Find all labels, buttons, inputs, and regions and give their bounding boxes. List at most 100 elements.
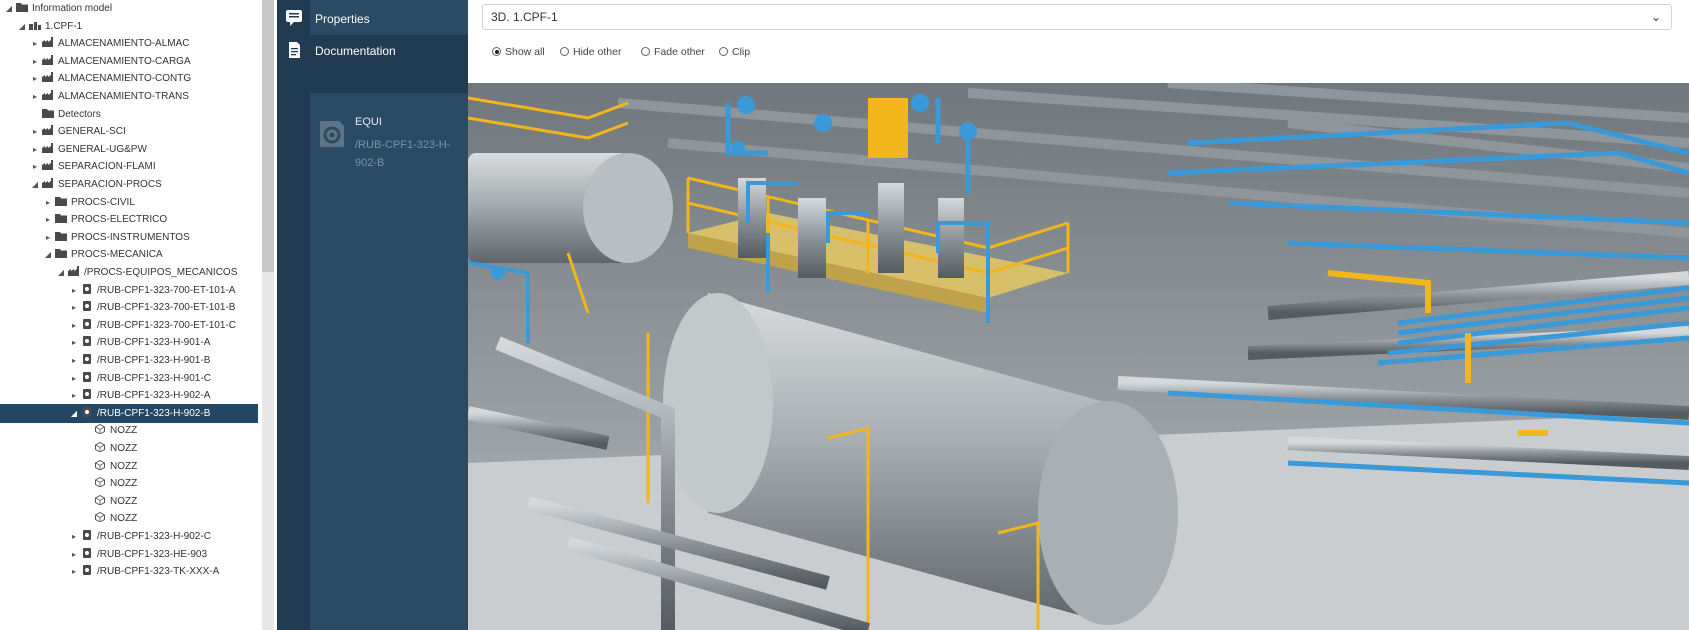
tree-item[interactable]: ▸ ALMACENAMIENTO-ALMAC [30,34,190,53]
plant-icon [42,53,54,65]
tree-item-label: /PROCS-EQUIPOS_MECANICOS [84,267,238,278]
tree-item[interactable]: ▸ SEPARACION-FLAMI [30,157,156,176]
radio-indicator[interactable] [719,47,728,56]
expand-toggle-icon[interactable]: ◢ [17,17,27,36]
tree-scrollbar-thumb[interactable] [262,0,274,272]
tree-item-label: /RUB-CPF1-323-700-ET-101-A [97,285,236,296]
tree-item-label: NOZZ [110,478,138,489]
nozzle-icon [94,440,106,453]
tree-item-label: NOZZ [110,496,138,507]
model-select-dropdown[interactable]: 3D. 1.CPF-1 ⌄ [482,4,1672,30]
tree-item-label: GENERAL-SCI [58,126,126,137]
equipment-icon [81,563,93,575]
radio-indicator[interactable] [560,47,569,56]
tree-item[interactable]: NOZZ [82,474,137,493]
radio-show-all[interactable]: Show all [492,44,545,60]
expand-toggle-icon[interactable]: ◢ [56,263,66,282]
expand-toggle-icon[interactable]: ▸ [30,34,40,53]
expand-toggle-icon[interactable]: ◢ [4,0,14,18]
tree-item-label: PROCS-ELECTRICO [71,214,168,225]
expand-toggle-icon[interactable]: ▸ [69,298,79,317]
tree-item[interactable]: ▸ /RUB-CPF1-323-H-902-C [69,527,211,546]
site-icon [29,18,41,30]
expand-toggle-icon[interactable]: ▸ [69,333,79,352]
plant-icon [42,88,54,100]
expand-toggle-icon[interactable]: ▸ [69,562,79,581]
equipment-icon [81,317,93,329]
folder-icon [55,211,67,223]
radio-label: Clip [732,46,751,58]
tree-item-label: ALMACENAMIENTO-CARGA [58,56,191,67]
tree-item[interactable]: NOZZ [82,439,137,458]
expand-toggle-icon[interactable]: ▸ [30,157,40,176]
equipment-icon [81,282,93,294]
tree-item[interactable]: ◢ PROCS-MECANICA [43,245,163,264]
tree-item[interactable]: ▸ /RUB-CPF1-323-H-901-B [69,351,210,370]
radio-clip[interactable]: Clip [719,44,750,60]
tree-item[interactable]: ▸ /RUB-CPF1-323-TK-XXX-A [69,562,219,581]
equipment-gear-icon [320,121,344,147]
expand-toggle-icon[interactable]: ▸ [69,351,79,370]
expand-toggle-icon[interactable]: ▸ [43,210,53,229]
tree-item[interactable]: ◢ SEPARACION-PROCS [30,175,162,194]
tree-item-label: /RUB-CPF1-323-H-902-C [97,531,211,542]
equipment-name: /RUB-CPF1-323-H-902-B [355,139,451,169]
expand-toggle-icon[interactable]: ◢ [43,245,53,264]
3d-viewer: 3D. 1.CPF-1 ⌄ Show all Hide other Fade o… [468,0,1689,630]
tree-item-label: GENERAL-UG&PW [58,144,147,155]
tree-item[interactable]: NOZZ [82,421,137,440]
nozzle-icon [94,422,106,435]
3d-model-canvas[interactable] [468,83,1689,630]
tree-scrollbar[interactable] [262,0,274,630]
tree-item[interactable]: ▸ /RUB-CPF1-323-H-901-A [69,333,210,352]
plant-icon [68,264,80,276]
tree-item-label: /RUB-CPF1-323-700-ET-101-C [97,320,236,331]
tree-item-label: ALMACENAMIENTO-ALMAC [58,38,190,49]
expand-toggle-icon[interactable]: ▸ [69,386,79,405]
radio-label: Fade other [654,46,705,58]
expand-toggle-icon[interactable]: ▸ [69,527,79,546]
equipment-icon [81,352,93,364]
plant-icon [42,35,54,47]
tree-item[interactable]: NOZZ [82,509,137,528]
expand-toggle-icon[interactable]: ▸ [30,122,40,141]
document-icon[interactable] [284,40,304,60]
expand-toggle-icon[interactable]: ◢ [30,175,40,194]
tree-item[interactable]: ▸ /RUB-CPF1-323-700-ET-101-B [69,298,235,317]
tree-item[interactable]: ▸ PROCS-ELECTRICO [43,210,167,229]
radio-indicator[interactable] [641,47,650,56]
tree-item-label: Information model [32,3,113,14]
nozzle-icon [94,458,106,471]
nozzle-icon [94,493,106,506]
expand-toggle-icon[interactable]: ▸ [30,87,40,106]
radio-fade-other[interactable]: Fade other [641,44,705,60]
radio-label: Hide other [573,46,622,58]
comment-icon[interactable] [284,7,304,27]
model-tree-panel: ◢ Information model ◢ 1.CPF-1 ▸ ALMACENAMIENT… [0,0,258,630]
folder-icon [55,246,67,258]
model-select-value: 3D. 1.CPF-1 [491,10,558,24]
radio-indicator[interactable] [492,47,501,56]
tree-item[interactable]: ▸ ALMACENAMIENTO-TRANS [30,87,189,106]
expand-toggle-icon[interactable]: ◢ [69,404,79,423]
equipment-icon [81,334,93,346]
chevron-down-icon[interactable]: ⌄ [1651,5,1661,29]
plant-icon [42,141,54,153]
equipment-icon [81,299,93,311]
plant-3d-render[interactable] [468,83,1689,630]
tree-item[interactable]: ▸ ALMACENAMIENTO-CONTG [30,69,191,88]
equipment-icon [81,546,93,558]
documentation-button[interactable]: Documentation [310,35,468,93]
tree-item[interactable]: ▸ GENERAL-SCI [30,122,126,141]
nozzle-icon [94,475,106,488]
folder-icon [42,106,54,118]
expand-toggle-icon[interactable]: ▸ [30,69,40,88]
tree-item[interactable]: ◢ /PROCS-EQUIPOS_MECANICOS [56,263,237,282]
radio-hide-other[interactable]: Hide other [560,44,621,60]
properties-button[interactable]: Properties [310,3,468,35]
tree-item-label: Detectors [58,109,101,120]
tree-item[interactable]: ▸ /RUB-CPF1-323-H-902-A [69,386,210,405]
tree-item[interactable]: ◢ Information model [4,0,112,18]
folder-icon [55,229,67,241]
tree-item-label: PROCS-CIVIL [71,197,135,208]
